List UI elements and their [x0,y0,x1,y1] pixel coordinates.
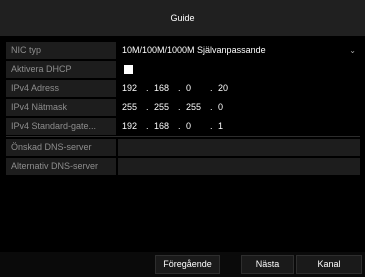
octet-dot: . [178,121,181,131]
ipv4-address-octet-3: 0 [186,83,192,93]
nic-type-row: NIC typ 10M/100M/1000M Självanpassande ⌄ [6,42,360,59]
ipv4-address-octet-1: 192 [122,83,138,93]
window-title: Guide [170,13,195,23]
ipv4-address-octet-2: 168 [154,83,170,93]
dhcp-label: Aktivera DHCP [6,61,116,78]
ipv4-address-label: IPv4 Adress [6,80,116,97]
ipv4-netmask-field[interactable]: 255. 255. 255. 0 [118,99,360,116]
ipv4-netmask-octet-1: 255 [122,102,138,112]
ipv4-address-row: IPv4 Adress 192. 168. 0. 20 [6,80,360,97]
ipv4-gateway-octet-1: 192 [122,121,138,131]
nic-type-select[interactable]: 10M/100M/1000M Självanpassande ⌄ [118,42,360,59]
octet-dot: . [146,121,149,131]
ipv4-netmask-octet-2: 255 [154,102,170,112]
previous-button[interactable]: Föregående [155,255,220,274]
ipv4-netmask-row: IPv4 Nätmask 255. 255. 255. 0 [6,99,360,116]
nic-type-label: NIC typ [6,42,116,59]
section-divider [6,136,360,137]
preferred-dns-row: Önskad DNS-server [6,139,360,156]
chevron-down-icon: ⌄ [349,46,356,55]
octet-dot: . [146,102,149,112]
preferred-dns-label: Önskad DNS-server [6,139,116,156]
octet-dot: . [146,83,149,93]
ipv4-gateway-octet-4: 1 [218,121,224,131]
octet-dot: . [210,83,213,93]
ipv4-netmask-label: IPv4 Nätmask [6,99,116,116]
nic-type-value: 10M/100M/1000M Självanpassande [122,45,266,55]
ipv4-address-field[interactable]: 192. 168. 0. 20 [118,80,360,97]
octet-dot: . [178,83,181,93]
ipv4-gateway-label: IPv4 Standard-gate... [6,118,116,135]
dhcp-row: Aktivera DHCP [6,61,360,78]
ipv4-gateway-octet-2: 168 [154,121,170,131]
alternate-dns-row: Alternativ DNS-server [6,158,360,175]
octet-dot: . [210,102,213,112]
octet-dot: . [178,102,181,112]
octet-dot: . [210,121,213,131]
title-bar: Guide [0,0,365,36]
channel-button[interactable]: Kanal [296,255,362,274]
ipv4-gateway-row: IPv4 Standard-gate... 192. 168. 0. 1 [6,118,360,135]
ipv4-address-octet-4: 20 [218,83,229,93]
bottom-bar: Föregående Nästa Kanal [0,252,365,277]
ipv4-netmask-octet-3: 255 [186,102,202,112]
dhcp-checkbox[interactable] [124,65,133,74]
alternate-dns-field[interactable] [118,158,360,175]
ipv4-netmask-octet-4: 0 [218,102,224,112]
alternate-dns-label: Alternativ DNS-server [6,158,116,175]
ipv4-gateway-octet-3: 0 [186,121,192,131]
next-button[interactable]: Nästa [241,255,294,274]
preferred-dns-field[interactable] [118,139,360,156]
dhcp-cell [118,61,360,78]
ipv4-gateway-field[interactable]: 192. 168. 0. 1 [118,118,360,135]
